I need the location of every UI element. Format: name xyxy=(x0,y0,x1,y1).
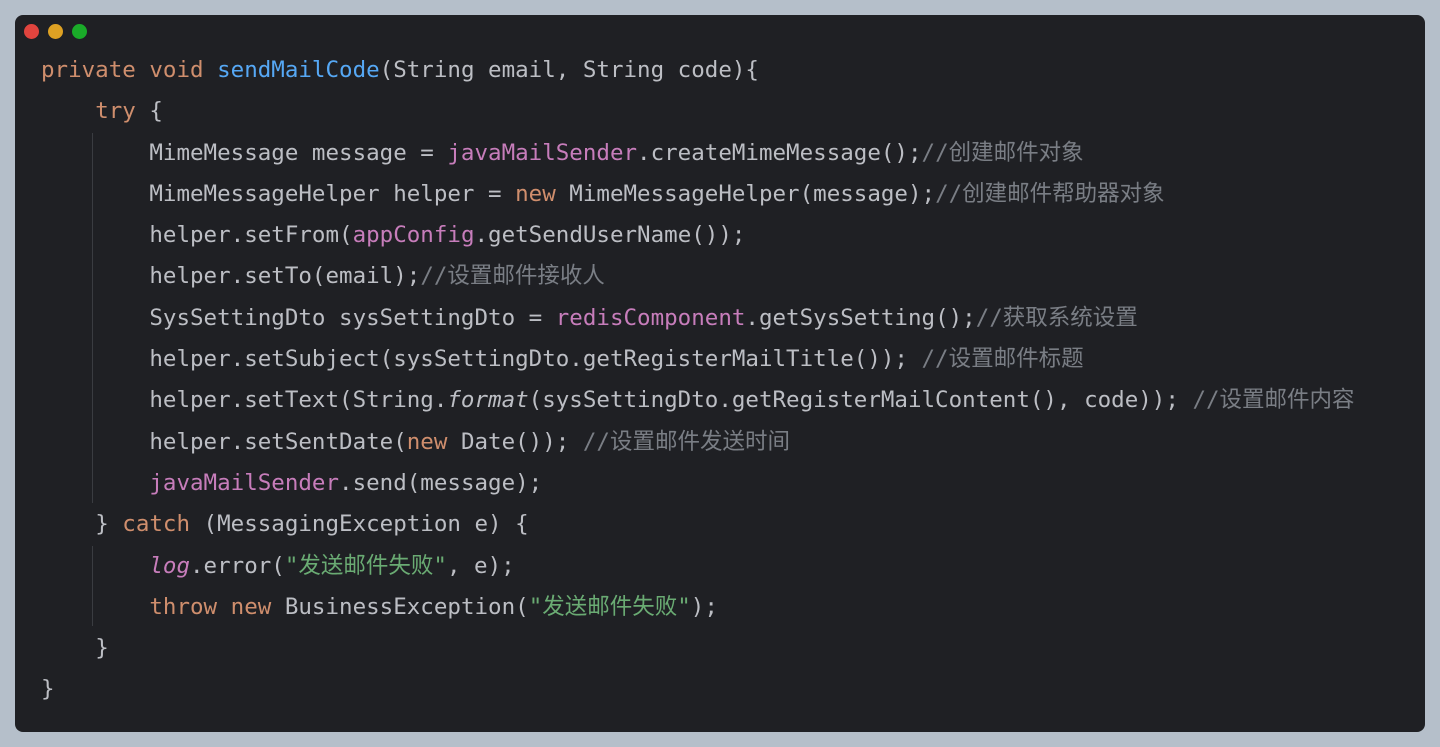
code-token: catch xyxy=(122,511,191,538)
code-line: throw new BusinessException("发送邮件失败"); xyxy=(41,587,1355,628)
code-token: javaMailSender xyxy=(149,469,340,496)
code-line: MimeMessage message = javaMailSender.cre… xyxy=(41,133,1355,174)
code-token: throw xyxy=(149,593,218,620)
code-line: } xyxy=(41,669,1355,710)
code-token: MimeMessageHelper(message); xyxy=(555,180,936,207)
code-token: private xyxy=(41,57,136,83)
code-token: (MessagingException e) { xyxy=(190,511,529,538)
code-token: } xyxy=(95,635,109,662)
code-token: Date()); xyxy=(447,428,583,455)
code-token: .getSysSetting(); xyxy=(745,304,976,331)
code-token: //设置邮件接收人 xyxy=(420,263,605,290)
code-token: //获取系统设置 xyxy=(975,304,1138,331)
code-line: } xyxy=(41,628,1355,669)
code-line: } catch (MessagingException e) { xyxy=(41,504,1355,545)
code-token: try xyxy=(95,98,136,125)
code-token: new xyxy=(515,180,556,207)
code-line: helper.setFrom(appConfig.getSendUserName… xyxy=(41,215,1355,256)
code-token: //创建邮件对象 xyxy=(921,139,1084,166)
code-token: } xyxy=(41,676,55,703)
code-line: private void sendMailCode(String email, … xyxy=(41,50,1355,91)
code-token: new xyxy=(230,593,272,620)
code-token: //设置邮件发送时间 xyxy=(582,428,790,455)
code-token: SysSettingDto sysSettingDto = xyxy=(149,304,556,331)
minimize-button[interactable] xyxy=(48,24,63,39)
close-button[interactable] xyxy=(24,24,39,39)
code-window: private void sendMailCode(String email, … xyxy=(15,15,1425,732)
code-token: , e); xyxy=(446,552,515,579)
code-token: //设置邮件标题 xyxy=(921,346,1084,373)
code-token: helper.setSentDate( xyxy=(149,428,407,455)
code-token: BusinessException( xyxy=(271,593,529,620)
code-token: void xyxy=(149,57,204,83)
code-token: .send(message); xyxy=(339,469,543,496)
code-line: helper.setTo(email);//设置邮件接收人 xyxy=(41,256,1355,297)
code-line: try { xyxy=(41,91,1355,132)
code-line: helper.setSentDate(new Date()); //设置邮件发送… xyxy=(41,422,1355,463)
code-token: .error( xyxy=(190,552,285,579)
code-line: helper.setText(String.format(sysSettingD… xyxy=(41,380,1355,421)
code-token: sendMailCode xyxy=(217,57,380,83)
code-token: javaMailSender xyxy=(447,139,638,166)
code-token: format xyxy=(447,387,529,414)
code-token: //设置邮件内容 xyxy=(1192,387,1355,414)
code-token: "发送邮件失败" xyxy=(284,552,447,579)
code-token: MimeMessageHelper helper = xyxy=(149,180,516,207)
code-token: helper.setFrom( xyxy=(149,222,353,249)
code-token: MimeMessage message = xyxy=(149,139,448,166)
code-line: MimeMessageHelper helper = new MimeMessa… xyxy=(41,174,1355,215)
code-token: .getSendUserName()); xyxy=(474,222,746,249)
code-token: redisComponent xyxy=(555,304,746,331)
code-token: (sysSettingDto.getRegisterMailContent(),… xyxy=(528,387,1193,414)
code-token: { xyxy=(135,98,163,125)
code-line: SysSettingDto sysSettingDto = redisCompo… xyxy=(41,298,1355,339)
code-token: helper.setTo(email); xyxy=(149,263,421,290)
code-line: javaMailSender.send(message); xyxy=(41,463,1355,504)
code-line: log.error("发送邮件失败", e); xyxy=(41,546,1355,587)
code-block: private void sendMailCode(String email, … xyxy=(41,50,1355,711)
code-token: appConfig xyxy=(352,222,475,249)
code-token: } xyxy=(95,511,123,538)
code-token: //创建邮件帮助器对象 xyxy=(935,180,1165,207)
code-token: ); xyxy=(690,593,718,620)
code-token: .createMimeMessage(); xyxy=(637,139,922,166)
code-token: helper.setText(String. xyxy=(149,387,448,414)
code-token: "发送邮件失败" xyxy=(528,593,691,620)
code-token: new xyxy=(406,428,448,455)
window-controls xyxy=(24,24,96,39)
code-token: log xyxy=(149,552,191,579)
code-token: (String email, String code){ xyxy=(379,57,759,83)
code-token: helper.setSubject(sysSettingDto.getRegis… xyxy=(149,346,922,373)
zoom-button[interactable] xyxy=(72,24,87,39)
code-line: helper.setSubject(sysSettingDto.getRegis… xyxy=(41,339,1355,380)
